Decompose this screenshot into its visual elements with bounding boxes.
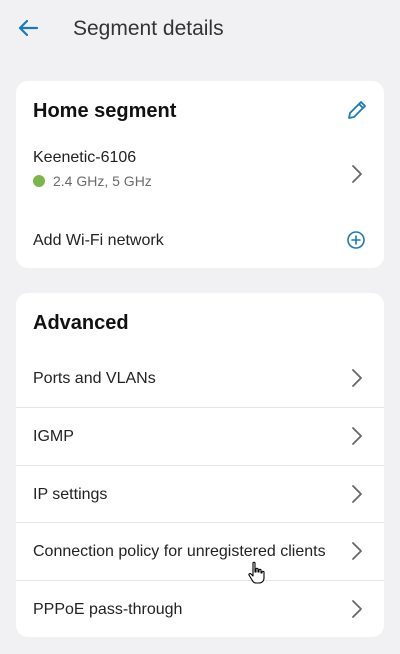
list-item-label: Connection policy for unregistered clien… (33, 543, 326, 561)
pencil-icon (348, 101, 366, 119)
wifi-network-row[interactable]: Keenetic-6106 2.4 GHz, 5 GHz (16, 143, 384, 205)
plus-circle-icon (347, 231, 365, 249)
list-item-label: IGMP (33, 428, 74, 446)
arrow-left-icon (18, 19, 39, 37)
list-item-label: Ports and VLANs (33, 370, 156, 387)
home-segment-title: Home segment (33, 100, 177, 122)
advanced-item-igmp[interactable]: IGMP (16, 407, 384, 464)
network-bands: 2.4 GHz, 5 GHz (53, 173, 152, 189)
status-dot-icon (33, 175, 45, 187)
chevron-right-icon (350, 541, 364, 561)
advanced-item-ip-settings[interactable]: IP settings (16, 464, 384, 522)
home-segment-card: Home segment Keenetic-6106 2.4 GHz, 5 GH… (16, 81, 384, 268)
advanced-title: Advanced (33, 312, 129, 334)
advanced-item-connection-policy[interactable]: Connection policy for unregistered clien… (16, 522, 384, 579)
chevron-right-icon (350, 368, 364, 388)
add-wifi-network-row[interactable]: Add Wi-Fi network (16, 218, 384, 262)
edit-segment-button[interactable] (344, 97, 370, 123)
advanced-card: Advanced Ports and VLANs IGMP IP setting… (16, 293, 384, 637)
chevron-right-icon (350, 164, 364, 184)
network-name: Keenetic-6106 (33, 149, 137, 166)
network-status: 2.4 GHz, 5 GHz (33, 173, 152, 189)
top-bar: Segment details (0, 0, 400, 58)
advanced-item-ports-vlans[interactable]: Ports and VLANs (16, 350, 384, 407)
list-item-label: PPPoE pass-through (33, 600, 183, 618)
chevron-right-icon (350, 484, 364, 504)
page-title: Segment details (73, 17, 224, 40)
advanced-list: Ports and VLANs IGMP IP settings Connect… (16, 350, 384, 637)
chevron-right-icon (350, 426, 364, 446)
add-wifi-network-label: Add Wi-Fi network (33, 232, 164, 249)
advanced-item-pppoe-pass-through[interactable]: PPPoE pass-through (16, 579, 384, 637)
list-item-label: IP settings (33, 485, 108, 503)
chevron-right-icon (350, 599, 364, 619)
back-button[interactable] (12, 12, 44, 44)
